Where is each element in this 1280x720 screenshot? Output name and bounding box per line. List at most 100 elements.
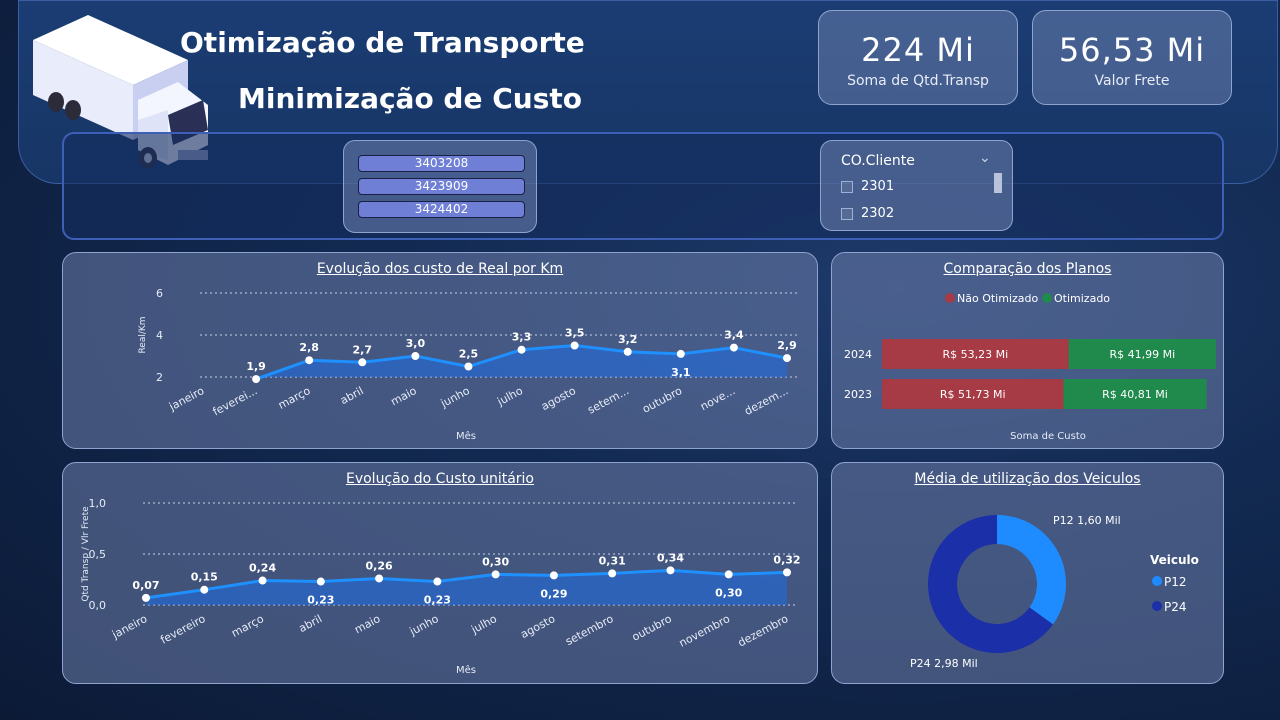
chart-planos-svg: Não Otimizado Otimizado 2024 R$ 53,23 Mi R$ … (844, 292, 1216, 442)
cliente-filter-title: CO.Cliente (841, 153, 915, 169)
data-label: R$ 53,23 Mi (943, 348, 1009, 361)
data-label: 0,23 (424, 594, 451, 607)
x-tick-label: junho (407, 612, 441, 638)
data-point (316, 577, 325, 586)
x-tick-label: abril (297, 612, 325, 635)
x-tick-label: dezembro (736, 612, 791, 649)
y-axis-label: Qtd Transp / Vlr Frete (81, 506, 91, 602)
data-label: 2,8 (299, 341, 319, 354)
y-tick-label: 4 (156, 329, 163, 342)
data-point (358, 358, 367, 367)
data-label: 0,24 (249, 562, 276, 575)
x-tick-label: março (229, 612, 266, 640)
x-tick-label: janeiro (109, 612, 149, 642)
x-tick-label: feverei... (211, 384, 260, 418)
data-label: R$ 51,73 Mi (940, 388, 1006, 401)
x-tick-label: abril (338, 384, 366, 407)
data-label: 3,0 (406, 337, 426, 350)
data-point (676, 349, 685, 358)
data-label: 0,32 (773, 553, 800, 566)
area-fill (146, 570, 787, 605)
checkbox[interactable] (841, 207, 853, 220)
kpi-card-valor-frete[interactable]: 56,53 Mi Valor Frete (1032, 10, 1232, 105)
data-point (608, 569, 617, 578)
data-point (464, 362, 473, 371)
data-label: 3,4 (724, 329, 744, 342)
slicer-chip[interactable]: 3403208 (358, 155, 525, 172)
data-label: 0,07 (132, 579, 159, 592)
x-tick-label: fevereiro (158, 612, 208, 647)
kpi-value: 224 Mi (861, 31, 975, 69)
data-label: 0,30 (715, 586, 742, 599)
x-tick-label: julho (468, 612, 499, 637)
data-point (411, 352, 420, 360)
data-label: 2,5 (459, 348, 479, 361)
data-point (433, 577, 442, 586)
legend-label: P24 (1164, 600, 1187, 614)
scrollbar[interactable] (994, 173, 1002, 193)
cliente-option[interactable]: 2301 (841, 179, 894, 194)
kpi-card-qtd-transp[interactable]: 224 Mi Soma de Qtd.Transp (818, 10, 1018, 105)
data-label: 0,26 (366, 559, 393, 572)
chevron-down-icon[interactable]: ⌄ (979, 150, 991, 166)
filter-band (62, 132, 1224, 240)
data-point (517, 345, 526, 354)
checkbox[interactable] (841, 180, 853, 193)
legend-label: Otimizado (1054, 292, 1110, 305)
x-axis-label: Mês (456, 430, 476, 442)
title-line2: Minimização de Custo (238, 82, 582, 115)
data-label: 0,31 (599, 554, 626, 567)
data-label: 3,1 (671, 366, 691, 379)
slicer-chip[interactable]: 3424402 (358, 201, 525, 218)
data-point (783, 568, 791, 577)
x-tick-label: setembro (563, 612, 616, 648)
data-label: 2,9 (777, 339, 797, 352)
kpi-value: 56,53 Mi (1058, 31, 1206, 69)
kpi-label: Valor Frete (1094, 73, 1170, 89)
cliente-option-label: 2302 (861, 206, 895, 221)
x-tick-label: agosto (539, 384, 578, 413)
data-point (623, 347, 632, 356)
y-tick-label: 0,5 (89, 548, 107, 561)
x-tick-label: setem... (585, 384, 631, 417)
y-axis-label: Real/Km (138, 316, 148, 353)
legend-label: Não Otimizado (957, 292, 1038, 305)
x-tick-label: janeiro (166, 384, 206, 414)
y-tick-label: 0,0 (89, 599, 107, 612)
title-line1: Otimização de Transporte (180, 26, 585, 59)
data-label: 0,29 (540, 587, 567, 600)
data-point (724, 570, 733, 579)
slicer-chip[interactable]: 3423909 (358, 178, 525, 195)
data-label: 0,15 (191, 571, 218, 584)
chart-km-svg: 2 4 6 Real/Km janeiro 1,9 feverei... 2,8 março 2,… (138, 287, 797, 442)
category-label: 2023 (844, 388, 872, 401)
kpi-label: Soma de Qtd.Transp (847, 73, 989, 89)
y-tick-label: 2 (156, 371, 163, 384)
data-point (142, 593, 150, 602)
chart-unit-panel: Evolução do Custo unitário 0,0 0,5 1,0 Qtd … (62, 462, 818, 684)
data-label: 2,7 (353, 343, 373, 356)
data-point (375, 574, 384, 583)
x-tick-label: julho (494, 384, 525, 409)
x-tick-label: junho (438, 384, 472, 410)
legend-marker (1152, 576, 1162, 586)
legend-marker (1152, 601, 1162, 611)
data-point (570, 341, 579, 350)
data-label: P24 2,98 Mil (910, 657, 978, 670)
data-point (666, 566, 675, 575)
code-slicer[interactable]: 3403208 3423909 3424402 (343, 140, 537, 233)
chart-unit-svg: 0,0 0,5 1,0Qtd Transp / Vlr Frete 0,07 janei… (81, 497, 801, 676)
category-label: 2024 (844, 348, 872, 361)
legend-marker (945, 293, 955, 303)
data-point (252, 375, 261, 384)
data-point (491, 570, 500, 579)
cliente-filter[interactable]: CO.Cliente ⌄ 2301 2302 (820, 140, 1013, 231)
cliente-option[interactable]: 2302 (841, 206, 894, 221)
data-label: 3,5 (565, 327, 585, 340)
x-tick-label: março (276, 384, 313, 412)
data-label: 0,34 (657, 551, 684, 564)
x-tick-label: outubro (630, 612, 674, 644)
x-tick-label: agosto (518, 612, 557, 641)
data-label: 1,9 (246, 360, 266, 373)
data-label: R$ 41,99 Mi (1110, 348, 1176, 361)
